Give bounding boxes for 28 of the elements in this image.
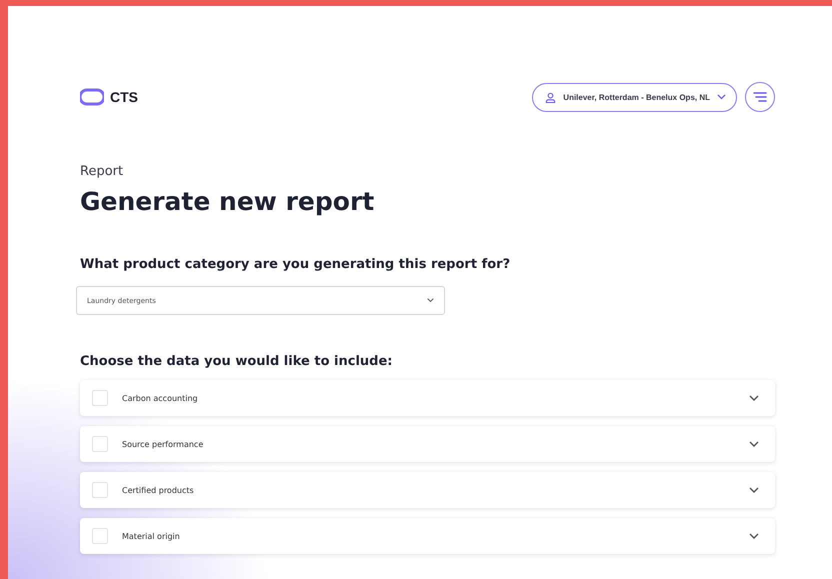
- chevron-down-icon: [427, 298, 434, 303]
- user-icon: [545, 92, 556, 102]
- row-label: Material origin: [122, 532, 181, 540]
- accordion-row[interactable]: Carbon accounting: [80, 380, 775, 416]
- checkbox[interactable]: [92, 528, 108, 544]
- row-label: Source performance: [122, 440, 204, 448]
- logo-text: CTS: [110, 89, 138, 105]
- menu-icon: [753, 92, 767, 102]
- accordion-row[interactable]: Material origin: [80, 518, 775, 554]
- chevron-icon: [749, 487, 759, 493]
- checkbox[interactable]: [92, 390, 108, 406]
- chevron-icon: [749, 395, 759, 401]
- checkbox[interactable]: [92, 436, 108, 452]
- row-label: Carbon accounting: [122, 394, 199, 402]
- section-heading: Choose the data you would like to include:: [80, 354, 394, 369]
- category-question: What product category are you generating this report for?: [80, 257, 512, 272]
- accordion-row[interactable]: Certified products: [80, 472, 775, 508]
- accordion-row[interactable]: Source performance: [80, 426, 775, 462]
- logo-icon: [80, 88, 104, 106]
- page-title: Generate new report: [80, 187, 376, 216]
- account-selector[interactable]: Unilever, Rotterdam - Benelux Ops, NL: [532, 82, 737, 112]
- page-eyebrow: Report: [80, 164, 124, 179]
- row-label: Certified products: [122, 486, 195, 494]
- checkbox[interactable]: [92, 482, 108, 498]
- menu-button[interactable]: [745, 82, 775, 112]
- chevron-icon: [749, 441, 759, 447]
- chevron-icon: [749, 533, 759, 539]
- chevron-down-icon: [717, 94, 726, 100]
